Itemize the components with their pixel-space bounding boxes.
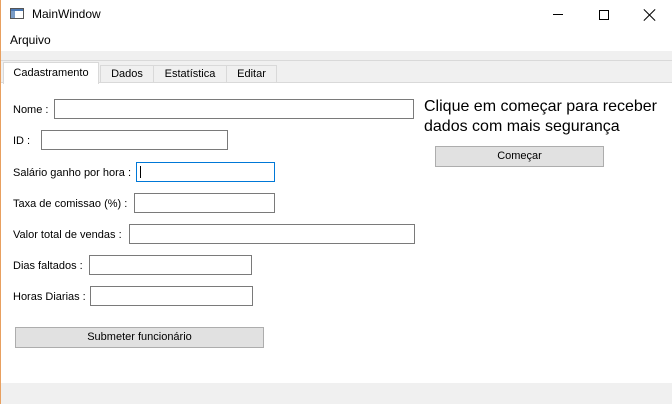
- tab-estatistica[interactable]: Estatística: [153, 65, 227, 83]
- minimize-button[interactable]: [535, 0, 581, 29]
- tab-panel-cadastramento: Nome : ID : Salário ganho por hora : Tax…: [1, 82, 672, 383]
- taxa-field[interactable]: [134, 193, 275, 213]
- dias-label: Dias faltados :: [13, 260, 83, 272]
- close-button[interactable]: [627, 0, 672, 29]
- info-text: Clique em começar para receber dados com…: [424, 98, 657, 135]
- vendas-field[interactable]: [129, 224, 415, 244]
- tab-editar[interactable]: Editar: [226, 65, 277, 83]
- vendas-label: Valor total de vendas :: [13, 229, 122, 241]
- start-button[interactable]: Começar: [435, 146, 604, 167]
- minimize-icon: [553, 14, 563, 15]
- menu-bar: Arquivo: [1, 29, 672, 51]
- nome-label: Nome :: [13, 104, 49, 116]
- nome-field[interactable]: [54, 99, 414, 119]
- main-window: MainWindow Arquivo Cadastramento Dados E…: [0, 0, 672, 404]
- taxa-label: Taxa de comissao (%) :: [13, 198, 128, 210]
- salario-field[interactable]: [136, 162, 275, 182]
- id-label: ID :: [13, 135, 31, 147]
- window-title: MainWindow: [32, 7, 101, 21]
- horas-field[interactable]: [90, 286, 253, 306]
- close-icon: [644, 9, 656, 21]
- status-bar: [1, 383, 672, 404]
- maximize-button[interactable]: [581, 0, 627, 29]
- dias-field[interactable]: [89, 255, 252, 275]
- salario-label: Salário ganho por hora :: [13, 167, 132, 179]
- app-window-icon: [10, 8, 24, 19]
- tab-cadastramento[interactable]: Cadastramento: [3, 62, 99, 84]
- tab-dados[interactable]: Dados: [100, 65, 154, 83]
- title-bar[interactable]: MainWindow: [1, 0, 672, 29]
- submit-button[interactable]: Submeter funcionário: [15, 327, 264, 348]
- maximize-icon: [599, 9, 609, 20]
- text-caret: [140, 166, 141, 178]
- toolbar-area: [1, 51, 672, 61]
- id-field[interactable]: [41, 130, 228, 150]
- horas-label: Horas Diarias :: [13, 291, 86, 303]
- menu-arquivo[interactable]: Arquivo: [10, 33, 51, 47]
